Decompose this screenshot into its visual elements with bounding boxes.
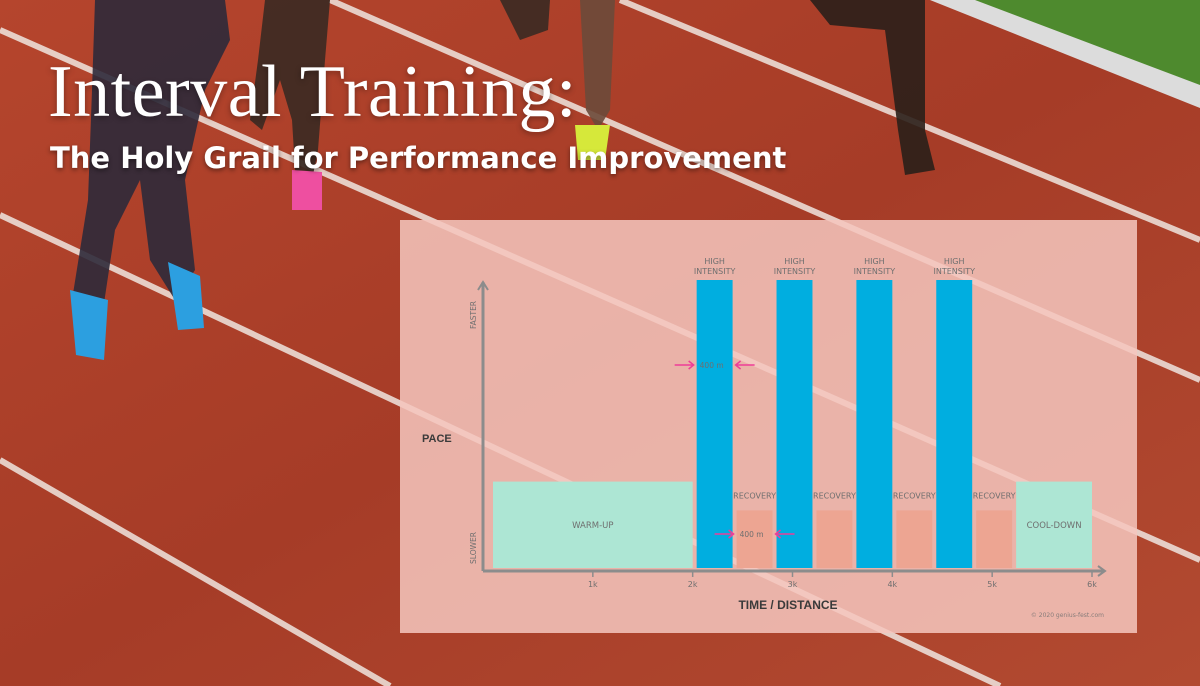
- x-tick-label: 1k: [588, 580, 598, 589]
- segment-label: WARM-UP: [572, 521, 613, 531]
- segment-bar-recovery: [736, 510, 773, 568]
- segment-bar-high: [856, 280, 893, 568]
- y-axis-title: PACE: [422, 433, 452, 445]
- y-tick-label-slower: SLOWER: [469, 532, 478, 564]
- segment-label: HIGH: [864, 257, 885, 266]
- distance-annotation: 400 m: [700, 361, 724, 370]
- segment-bar-recovery: [816, 510, 853, 568]
- x-tick-label: 2k: [688, 580, 698, 589]
- segment-label: RECOVERY: [893, 491, 936, 500]
- x-tick-label: 6k: [1087, 580, 1097, 589]
- distance-annotation: 400 m: [740, 530, 764, 539]
- interval-chart-panel: WARM-UP HIGH INTENSITY RECOVERY HIGH INTENSIT…: [400, 220, 1137, 633]
- segment-bar-high: [696, 280, 733, 568]
- interval-training-chart: WARM-UPHIGHINTENSITYRECOVERYHIGHINTENSIT…: [422, 257, 1107, 619]
- segment-label: RECOVERY: [733, 491, 776, 500]
- segment-bar-recovery: [896, 510, 933, 568]
- segment-bar-high: [776, 280, 813, 568]
- x-axis-title: TIME / DISTANCE: [738, 598, 837, 612]
- x-tick-label: 3k: [788, 580, 798, 589]
- segment-label: HIGH: [784, 257, 805, 266]
- x-tick-label: 5k: [987, 580, 997, 589]
- segment-label: RECOVERY: [813, 491, 856, 500]
- segment-label: HIGH: [944, 257, 965, 266]
- segment-label: INTENSITY: [774, 267, 816, 276]
- segment-label: HIGH: [704, 257, 725, 266]
- page-title: Interval Training:: [48, 51, 578, 133]
- segment-bar-recovery: [976, 510, 1013, 568]
- segment-label: RECOVERY: [973, 491, 1016, 500]
- segment-label: INTENSITY: [933, 267, 975, 276]
- segment-label: COOL-DOWN: [1027, 521, 1082, 531]
- x-tick-label: 4k: [887, 580, 897, 589]
- y-tick-label-faster: FASTER: [469, 301, 478, 329]
- segment-label: INTENSITY: [854, 267, 896, 276]
- copyright-credit: © 2020 genius-fest.com: [1031, 612, 1104, 619]
- page-subtitle: The Holy Grail for Performance Improveme…: [50, 141, 787, 175]
- segment-label: INTENSITY: [694, 267, 736, 276]
- segment-bar-high: [936, 280, 973, 568]
